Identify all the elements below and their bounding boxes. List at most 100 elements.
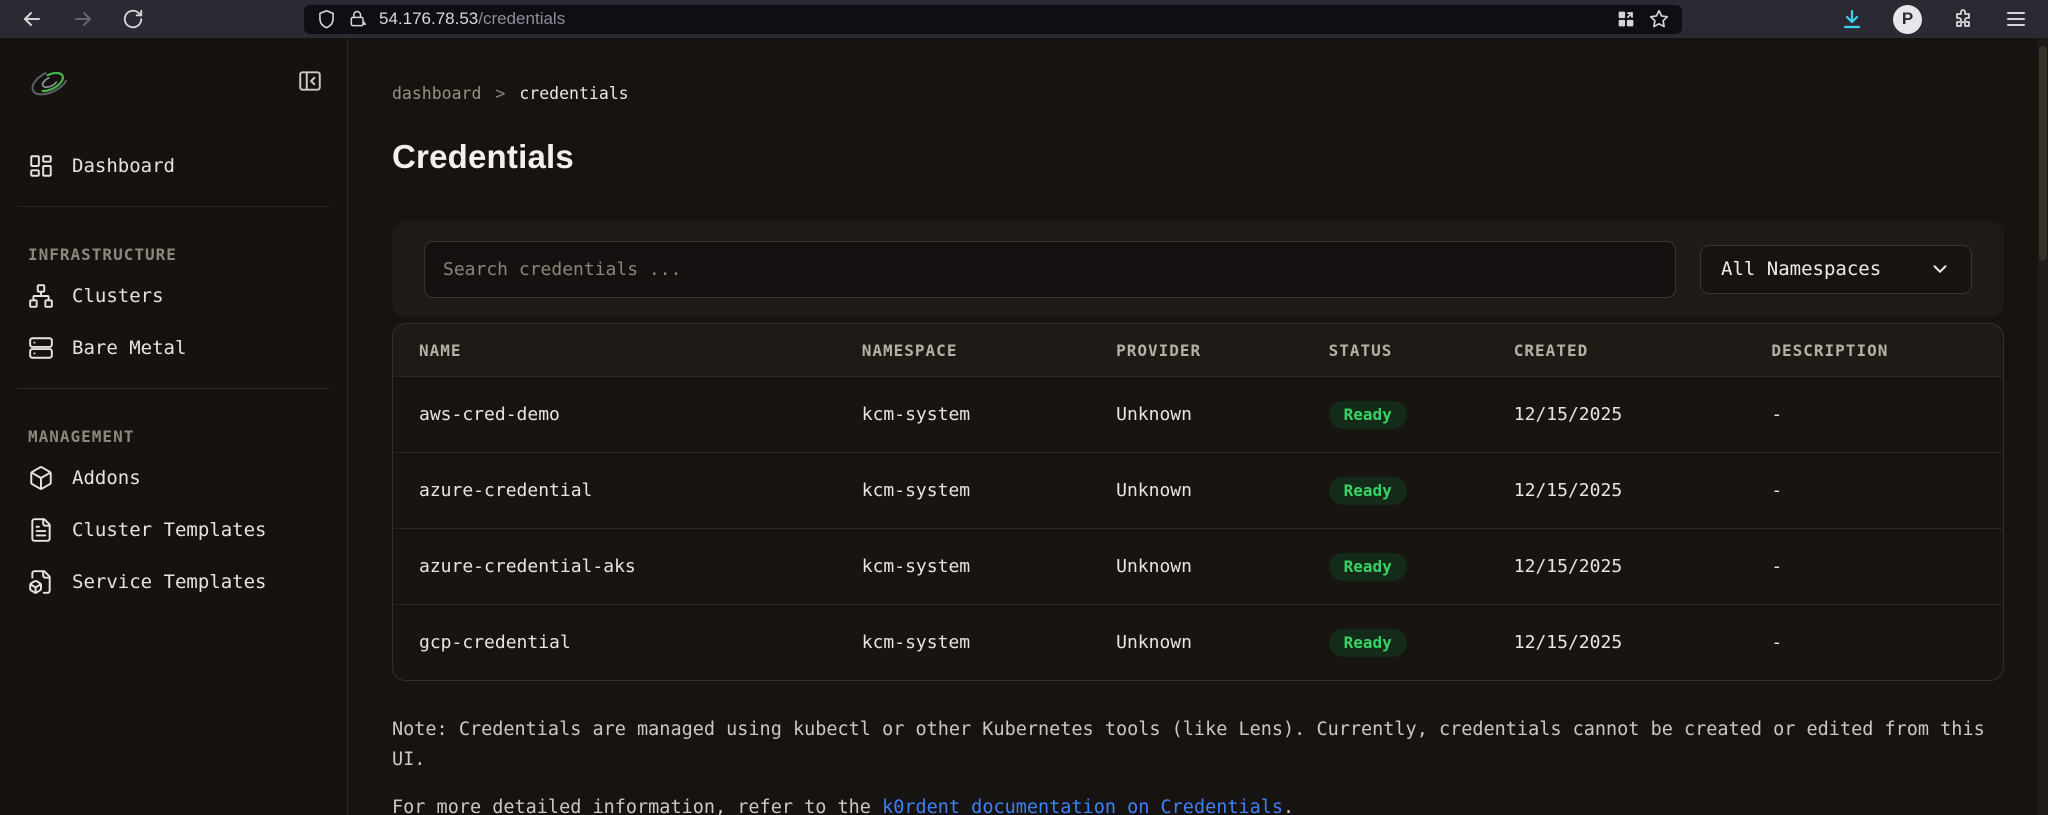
star-icon: [1648, 8, 1670, 30]
sidebar-item-addons[interactable]: Addons: [0, 452, 347, 504]
column-header-provider: PROVIDER: [1090, 341, 1303, 360]
cell-status: Ready: [1303, 477, 1488, 505]
clusters-icon: [28, 283, 54, 309]
column-header-name: NAME: [393, 341, 836, 360]
cell-namespace: kcm-system: [836, 556, 1090, 577]
download-icon: [1840, 7, 1864, 31]
cell-description: -: [1745, 556, 2003, 577]
chevron-down-icon: [1929, 258, 1951, 280]
cell-namespace: kcm-system: [836, 404, 1090, 425]
sidebar-item-cluster-templates[interactable]: Cluster Templates: [0, 504, 347, 556]
column-header-namespace: NAMESPACE: [836, 341, 1090, 360]
cell-namespace: kcm-system: [836, 632, 1090, 653]
panel-collapse-icon: [297, 68, 323, 94]
sidebar-item-label: Cluster Templates: [72, 519, 266, 541]
cell-provider: Unknown: [1090, 480, 1303, 501]
table-row[interactable]: gcp-credential kcm-system Unknown Ready …: [393, 604, 2003, 680]
breadcrumb: dashboard > credentials: [392, 84, 2004, 103]
cell-status: Ready: [1303, 401, 1488, 429]
url-host: 54.176.78.53: [379, 9, 478, 28]
package-icon: [28, 465, 54, 491]
cell-created: 12/15/2025: [1488, 480, 1746, 501]
cell-description: -: [1745, 632, 2003, 653]
credentials-note: Note: Credentials are managed using kube…: [392, 715, 2004, 775]
breadcrumb-dashboard[interactable]: dashboard: [392, 84, 481, 103]
sidebar-section-management: MANAGEMENT: [0, 403, 347, 452]
sidebar-divider: [17, 206, 330, 207]
shield-icon: [316, 9, 337, 30]
documentation-note-suffix: .: [1283, 797, 1294, 815]
puzzle-icon: [1951, 7, 1975, 31]
table-row[interactable]: azure-credential-aks kcm-system Unknown …: [393, 528, 2003, 604]
column-header-created: CREATED: [1488, 341, 1746, 360]
page-title: Credentials: [392, 137, 2004, 177]
arrow-left-icon: [20, 7, 44, 31]
cell-description: -: [1745, 404, 2003, 425]
sidebar-item-clusters[interactable]: Clusters: [0, 270, 347, 322]
forward-button[interactable]: [71, 7, 95, 31]
credentials-table: NAME NAMESPACE PROVIDER STATUS CREATED D…: [392, 323, 2004, 681]
scrollbar-track[interactable]: [2038, 38, 2048, 815]
back-button[interactable]: [20, 7, 44, 31]
sidebar-item-label: Addons: [72, 467, 141, 489]
url-bar[interactable]: 54.176.78.53/credentials: [304, 5, 1682, 34]
sidebar-item-label: Bare Metal: [72, 337, 186, 359]
cell-status: Ready: [1303, 629, 1488, 657]
cell-namespace: kcm-system: [836, 480, 1090, 501]
table-row[interactable]: aws-cred-demo kcm-system Unknown Ready 1…: [393, 376, 2003, 452]
cell-description: -: [1745, 480, 2003, 501]
refresh-button[interactable]: [122, 8, 144, 30]
scrollbar-thumb[interactable]: [2039, 46, 2047, 261]
namespace-select[interactable]: All Namespaces: [1700, 245, 1972, 294]
profile-initial: P: [1902, 9, 1913, 29]
menu-button[interactable]: [2004, 7, 2028, 31]
breadcrumb-separator: >: [495, 84, 505, 103]
column-header-description: DESCRIPTION: [1745, 341, 2003, 360]
documentation-note: For more detailed information, refer to …: [392, 795, 2004, 815]
sidebar-item-service-templates[interactable]: Service Templates: [0, 556, 347, 608]
cell-provider: Unknown: [1090, 632, 1303, 653]
table-header-row: NAME NAMESPACE PROVIDER STATUS CREATED D…: [393, 324, 2003, 376]
server-icon: [28, 335, 54, 361]
browser-toolbar: 54.176.78.53/credentials P: [0, 0, 2048, 38]
galaxy-logo-icon: [26, 58, 74, 106]
cell-name: aws-cred-demo: [393, 404, 836, 425]
sidebar-item-bare-metal[interactable]: Bare Metal: [0, 322, 347, 374]
column-header-status: STATUS: [1303, 341, 1488, 360]
status-badge: Ready: [1329, 553, 1407, 581]
documentation-link[interactable]: k0rdent documentation on Credentials: [882, 797, 1283, 815]
sidebar-section-infrastructure: INFRASTRUCTURE: [0, 221, 347, 270]
status-badge: Ready: [1329, 629, 1407, 657]
grid-arrow-icon: [1615, 8, 1637, 30]
sidebar-item-label: Service Templates: [72, 571, 266, 593]
dashboard-icon: [28, 153, 54, 179]
profile-button[interactable]: P: [1893, 5, 1922, 34]
lock-warning-icon: [348, 9, 368, 29]
sidebar-item-label: Clusters: [72, 285, 164, 307]
hamburger-icon: [2004, 7, 2028, 31]
cell-status: Ready: [1303, 553, 1488, 581]
cell-name: gcp-credential: [393, 632, 836, 653]
search-input[interactable]: [424, 241, 1676, 298]
namespace-select-value: All Namespaces: [1721, 258, 1881, 280]
bookmark-button[interactable]: [1648, 8, 1670, 30]
app-logo[interactable]: [26, 58, 74, 106]
sidebar: Dashboard INFRASTRUCTURE Clusters Bare M…: [0, 38, 348, 815]
status-badge: Ready: [1329, 477, 1407, 505]
url-path: /credentials: [478, 9, 565, 28]
sidebar-item-dashboard[interactable]: Dashboard: [0, 140, 347, 192]
arrow-right-icon: [71, 7, 95, 31]
page-actions-button[interactable]: [1615, 8, 1637, 30]
table-row[interactable]: azure-credential kcm-system Unknown Read…: [393, 452, 2003, 528]
file-text-icon: [28, 517, 54, 543]
downloads-button[interactable]: [1840, 7, 1864, 31]
sidebar-collapse-button[interactable]: [297, 68, 323, 94]
cell-provider: Unknown: [1090, 404, 1303, 425]
cell-created: 12/15/2025: [1488, 632, 1746, 653]
url-text: 54.176.78.53/credentials: [379, 9, 565, 29]
documentation-note-prefix: For more detailed information, refer to …: [392, 797, 882, 815]
extensions-button[interactable]: [1951, 7, 1975, 31]
cell-name: azure-credential: [393, 480, 836, 501]
cell-created: 12/15/2025: [1488, 556, 1746, 577]
refresh-icon: [122, 8, 144, 30]
